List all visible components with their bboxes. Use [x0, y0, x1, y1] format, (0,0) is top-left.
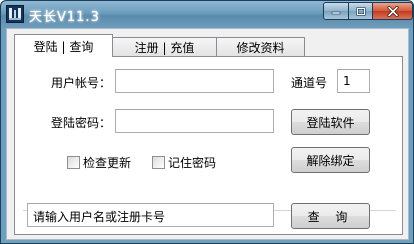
check-update-label: 检查更新: [83, 156, 132, 170]
unbind-button[interactable]: 解除绑定: [291, 147, 370, 173]
remember-password-option[interactable]: 记住密码: [152, 154, 216, 171]
tab-register-recharge[interactable]: 注册 | 充值: [112, 37, 217, 57]
account-label: 用户帐号：: [51, 76, 112, 90]
password-label: 登陆密码：: [51, 116, 112, 130]
channel-input[interactable]: 1: [337, 69, 370, 93]
window-title: 天长V11.3: [29, 10, 100, 25]
tab-edit-profile[interactable]: 修改资料: [216, 37, 305, 57]
maximize-button[interactable]: [348, 2, 373, 20]
login-panel: 用户帐号： 通道号 1 登陆密码： 登陆软件 检查更新 记住密码 解除绑定 请输…: [14, 56, 403, 235]
tab-login-query[interactable]: 登陆 | 查询: [14, 34, 113, 57]
login-button[interactable]: 登陆软件: [291, 109, 370, 135]
app-window: 天长V11.3 登陆 | 查询 注册 | 充值 修改资料 用户帐号： 通道号 1…: [0, 0, 414, 244]
check-update-checkbox[interactable]: [67, 156, 80, 169]
check-update-option[interactable]: 检查更新: [67, 154, 131, 171]
minimize-button[interactable]: [323, 2, 349, 20]
query-input[interactable]: 请输入用户名或注册卡号: [27, 203, 274, 227]
close-icon: [386, 5, 399, 17]
query-button[interactable]: 查 询: [291, 203, 370, 229]
remember-password-checkbox[interactable]: [152, 156, 165, 169]
title-bar[interactable]: 天长V11.3: [1, 1, 413, 28]
account-input[interactable]: [115, 69, 274, 93]
app-logo-icon: [6, 5, 24, 23]
channel-label: 通道号: [291, 76, 328, 90]
close-button[interactable]: [372, 2, 413, 20]
minimize-icon: [331, 11, 341, 15]
maximize-icon: [355, 6, 366, 16]
password-input[interactable]: [115, 109, 274, 133]
remember-password-label: 记住密码: [168, 156, 217, 170]
client-area: 登陆 | 查询 注册 | 充值 修改资料 用户帐号： 通道号 1 登陆密码： 登…: [6, 28, 409, 240]
